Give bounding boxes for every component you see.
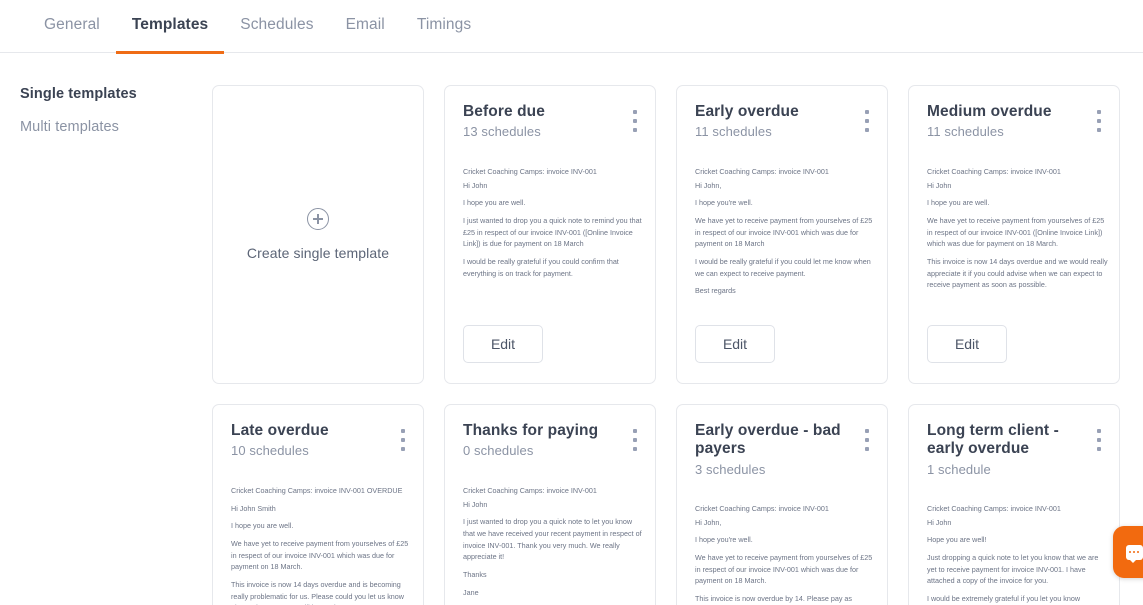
card-title: Before due bbox=[463, 103, 545, 120]
templates-sidebar: Single templates Multi templates bbox=[0, 53, 212, 605]
card-more-options-icon[interactable] bbox=[628, 110, 642, 132]
template-card[interactable]: Medium overdue 11 schedules Cricket Coac… bbox=[908, 85, 1120, 384]
card-title: Early overdue - bad payers bbox=[695, 422, 841, 458]
create-single-template-card[interactable]: Create single template bbox=[212, 85, 424, 384]
card-header: Early overdue - bad payers 3 schedules bbox=[677, 405, 887, 477]
card-schedule-count: 11 schedules bbox=[695, 124, 772, 140]
card-title: Late overdue bbox=[231, 422, 329, 439]
template-card[interactable]: Late overdue 10 schedules Cricket Coachi… bbox=[212, 404, 424, 605]
chat-support-button[interactable] bbox=[1113, 526, 1143, 578]
card-schedule-count: 3 schedules bbox=[695, 461, 766, 477]
preview-line: I just wanted to drop you a quick note t… bbox=[463, 215, 642, 249]
sidebar-item-single-templates[interactable]: Single templates bbox=[20, 86, 212, 102]
card-more-options-icon[interactable] bbox=[1092, 110, 1106, 132]
preview-line: Hi John Smith bbox=[231, 503, 276, 513]
preview-line: Cricket Coaching Camps: invoice INV-001 bbox=[927, 504, 1061, 513]
preview-line: Hi John bbox=[927, 517, 952, 527]
edit-button[interactable]: Edit bbox=[927, 325, 1007, 363]
preview-line: Cricket Coaching Camps: invoice INV-001 bbox=[463, 167, 597, 176]
preview-line: Jane bbox=[463, 587, 479, 597]
preview-line: Best regards bbox=[695, 286, 736, 296]
preview-line: Thanks bbox=[463, 569, 487, 579]
preview-line: We have yet to receive payment from your… bbox=[927, 215, 1105, 249]
card-preview-text: Cricket Coaching Camps: invoice INV-001 … bbox=[463, 166, 645, 305]
card-more-options-icon[interactable] bbox=[628, 429, 642, 451]
template-card[interactable]: Early overdue 11 schedules Cricket Coach… bbox=[676, 85, 888, 384]
preview-line: Hi John, bbox=[695, 517, 722, 527]
card-schedule-count: 1 schedule bbox=[927, 461, 991, 477]
preview-line: I would be really grateful if you could … bbox=[695, 256, 871, 278]
edit-button[interactable]: Edit bbox=[463, 325, 543, 363]
preview-line: I just wanted to drop you a quick note t… bbox=[463, 517, 642, 562]
preview-line: We have yet to receive payment from your… bbox=[695, 552, 873, 586]
preview-line: This invoice is now overdue by 14. Pleas… bbox=[695, 593, 853, 603]
template-card[interactable]: Thanks for paying 0 schedules Cricket Co… bbox=[444, 404, 656, 605]
preview-line: Hi John bbox=[463, 180, 488, 190]
preview-line: Hi John bbox=[927, 180, 952, 190]
card-title: Early overdue bbox=[695, 103, 799, 120]
card-header: Thanks for paying 0 schedules bbox=[445, 405, 655, 461]
card-title: Medium overdue bbox=[927, 103, 1052, 120]
preview-line: I hope you're well. bbox=[695, 198, 753, 208]
card-preview-text: Cricket Coaching Camps: invoice INV-001 … bbox=[695, 503, 877, 605]
card-schedule-count: 10 schedules bbox=[231, 443, 309, 459]
plus-circle-icon bbox=[307, 208, 329, 230]
preview-line: This invoice is now 14 days overdue and … bbox=[231, 579, 404, 605]
settings-tabbar: General Templates Schedules Email Timing… bbox=[0, 0, 1143, 54]
tab-general[interactable]: General bbox=[28, 0, 116, 53]
preview-line: Just dropping a quick note to let you kn… bbox=[927, 552, 1099, 586]
card-preview-text: Cricket Coaching Camps: invoice INV-001 … bbox=[927, 503, 1109, 605]
card-preview-text: Cricket Coaching Camps: invoice INV-001 … bbox=[463, 485, 645, 605]
tab-timings[interactable]: Timings bbox=[401, 0, 487, 53]
card-title: Long term client - early overdue bbox=[927, 422, 1059, 458]
preview-line: Cricket Coaching Camps: invoice INV-001 bbox=[695, 504, 829, 513]
preview-line: Hi John bbox=[463, 499, 488, 509]
card-header: Late overdue 10 schedules bbox=[213, 405, 423, 461]
tab-schedules[interactable]: Schedules bbox=[224, 0, 329, 53]
card-preview-text: Cricket Coaching Camps: invoice INV-001 … bbox=[927, 166, 1109, 305]
card-more-options-icon[interactable] bbox=[1092, 429, 1106, 451]
template-card[interactable]: Early overdue - bad payers 3 schedules C… bbox=[676, 404, 888, 605]
card-schedule-count: 11 schedules bbox=[927, 124, 1004, 140]
chat-bubble-icon bbox=[1125, 544, 1143, 563]
preview-line: Cricket Coaching Camps: invoice INV-001 … bbox=[231, 486, 403, 495]
preview-line: I hope you are well. bbox=[231, 521, 294, 531]
tab-templates[interactable]: Templates bbox=[115, 0, 225, 54]
card-schedule-count: 0 schedules bbox=[463, 443, 534, 459]
card-schedule-count: 13 schedules bbox=[463, 124, 541, 140]
preview-line: I hope you are well. bbox=[463, 198, 526, 208]
preview-line: Cricket Coaching Camps: invoice INV-001 bbox=[695, 167, 829, 176]
create-single-template-label: Create single template bbox=[246, 245, 390, 261]
card-title: Thanks for paying bbox=[463, 422, 599, 439]
preview-line: I would be really grateful if you could … bbox=[463, 256, 619, 278]
card-header: Before due 13 schedules bbox=[445, 86, 655, 142]
card-more-options-icon[interactable] bbox=[860, 110, 874, 132]
preview-line: Cricket Coaching Camps: invoice INV-001 bbox=[463, 486, 597, 495]
card-header: Medium overdue 11 schedules bbox=[909, 86, 1119, 142]
card-more-options-icon[interactable] bbox=[860, 429, 874, 451]
tab-email[interactable]: Email bbox=[330, 0, 401, 53]
preview-line: I would be extremely grateful if you let… bbox=[927, 593, 1081, 603]
preview-line: We have yet to receive payment from your… bbox=[695, 215, 873, 249]
template-card[interactable]: Before due 13 schedules Cricket Coaching… bbox=[444, 85, 656, 384]
preview-line: Hope you are well! bbox=[927, 535, 987, 545]
preview-line: I hope you are well. bbox=[927, 198, 990, 208]
sidebar-item-multi-templates[interactable]: Multi templates bbox=[20, 119, 212, 135]
preview-line: I hope you're well. bbox=[695, 535, 753, 545]
preview-line: Hi John, bbox=[695, 180, 722, 190]
preview-line: This invoice is now 14 days overdue and … bbox=[927, 256, 1108, 290]
card-preview-text: Cricket Coaching Camps: invoice INV-001 … bbox=[695, 166, 877, 305]
preview-line: Cricket Coaching Camps: invoice INV-001 bbox=[927, 167, 1061, 176]
edit-button[interactable]: Edit bbox=[695, 325, 775, 363]
template-card-grid: Create single template Before due 13 sch… bbox=[212, 85, 1143, 605]
card-header: Long term client - early overdue 1 sched… bbox=[909, 405, 1119, 477]
card-header: Early overdue 11 schedules bbox=[677, 86, 887, 142]
card-preview-text: Cricket Coaching Camps: invoice INV-001 … bbox=[231, 485, 413, 605]
card-more-options-icon[interactable] bbox=[396, 429, 410, 451]
preview-line: We have yet to receive payment from your… bbox=[231, 538, 409, 572]
template-card[interactable]: Long term client - early overdue 1 sched… bbox=[908, 404, 1120, 605]
